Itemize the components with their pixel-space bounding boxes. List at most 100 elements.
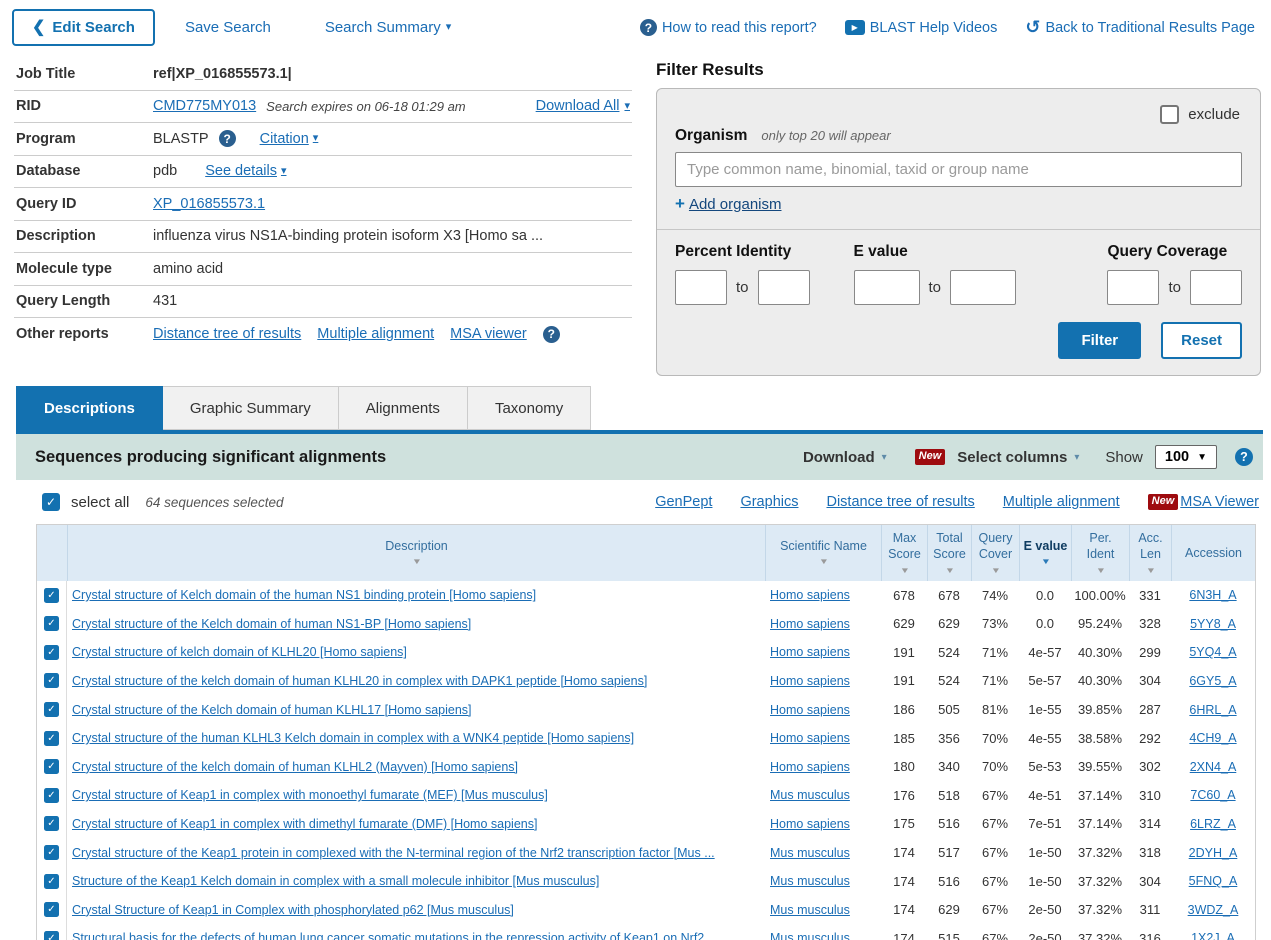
description-link[interactable]: Crystal structure of the kelch domain of… [72,674,647,688]
row-checkbox[interactable]: ✓ [44,616,59,632]
other-report-link-2[interactable]: MSA viewer [450,326,527,342]
other-report-link-0[interactable]: Distance tree of results [153,326,301,342]
accession-link[interactable]: 6N3H_A [1189,588,1236,602]
percent-identity-to-input[interactable] [757,270,810,305]
other-report-link-1[interactable]: Multiple alignment [317,326,434,342]
description-link[interactable]: Crystal structure of the Kelch domain of… [72,703,472,717]
row-checkbox[interactable]: ✓ [44,759,59,775]
scientific-name-link[interactable]: Homo sapiens [770,817,850,831]
help-link[interactable]: ↺ Back to Traditional Results Page [1025,18,1255,37]
accession-link[interactable]: 2XN4_A [1190,760,1237,774]
scientific-name-link[interactable]: Homo sapiens [770,588,850,602]
scientific-name-link[interactable]: Mus musculus [770,874,850,888]
show-count-select[interactable]: 100 ▼ [1154,445,1217,469]
scientific-name-link[interactable]: Mus musculus [770,788,850,802]
percent-identity-from-input[interactable] [675,270,727,305]
save-search-link[interactable]: Save Search [185,19,271,36]
column-header-description[interactable]: Description ▼ [67,525,765,581]
scientific-name-link[interactable]: Homo sapiens [770,760,850,774]
description-link[interactable]: Structural basis for the defects of huma… [72,931,715,940]
accession-link[interactable]: 6GY5_A [1189,674,1236,688]
description-link[interactable]: Crystal structure of Keap1 in complex wi… [72,817,537,831]
column-header-acc-len[interactable]: Acc. Len ▼ [1129,525,1171,581]
accession-link[interactable]: 5YY8_A [1190,617,1236,631]
help-link[interactable]: ? How to read this report? [639,19,817,36]
query-id-link[interactable]: XP_016855573.1 [153,196,265,212]
scientific-name-link[interactable]: Homo sapiens [770,703,850,717]
selection-link-distance-tree-of-results[interactable]: Distance tree of results [826,494,974,510]
column-header-e-value[interactable]: E value ▼ [1019,525,1071,581]
row-checkbox[interactable]: ✓ [44,873,59,889]
description-link[interactable]: Structure of the Keap1 Kelch domain in c… [72,874,599,888]
accession-link[interactable]: 1X2J_A [1191,931,1235,940]
citation-dropdown[interactable]: Citation ▾ [260,131,319,147]
description-link[interactable]: Crystal structure of the Kelch domain of… [72,617,471,631]
description-link[interactable]: Crystal Structure of Keap1 in Complex wi… [72,903,514,917]
description-link[interactable]: Crystal structure of the kelch domain of… [72,760,518,774]
select-all-checkbox[interactable]: ✓ [42,493,60,511]
evalue-from-input[interactable] [853,270,920,305]
tab-graphic-summary[interactable]: Graphic Summary [162,386,339,430]
help-icon[interactable]: ? [218,130,236,148]
reset-button[interactable]: Reset [1161,322,1242,359]
msa-viewer-link[interactable]: MSA Viewer [1180,494,1259,510]
accession-link[interactable]: 2DYH_A [1189,846,1238,860]
description-link[interactable]: Crystal structure of the Keap1 protein i… [72,846,715,860]
column-header-query-cover[interactable]: Query Cover ▼ [971,525,1019,581]
rid-link[interactable]: CMD775MY013 [153,98,256,114]
row-checkbox[interactable]: ✓ [44,930,59,940]
scientific-name-link[interactable]: Homo sapiens [770,617,850,631]
row-checkbox[interactable]: ✓ [44,816,59,832]
exclude-checkbox[interactable] [1160,105,1180,124]
add-organism-link[interactable]: Add organism [689,196,782,213]
download-all-dropdown[interactable]: Download All ▾ [536,98,630,114]
description-link[interactable]: Crystal structure of Keap1 in complex wi… [72,788,548,802]
scientific-name-link[interactable]: Homo sapiens [770,674,850,688]
help-icon[interactable]: ? [542,325,560,343]
search-summary-dropdown[interactable]: Search Summary ▾ [325,19,451,36]
scientific-name-link[interactable]: Homo sapiens [770,731,850,745]
help-icon[interactable]: ? [1235,448,1253,466]
row-checkbox[interactable]: ✓ [44,644,59,660]
row-checkbox[interactable]: ✓ [44,587,59,603]
select-columns-dropdown[interactable]: Select columns ▾ [957,449,1079,466]
column-header-total-score[interactable]: Total Score ▼ [927,525,971,581]
accession-link[interactable]: 3WDZ_A [1188,903,1239,917]
description-link[interactable]: Crystal structure of kelch domain of KLH… [72,645,407,659]
row-checkbox[interactable]: ✓ [44,702,59,718]
column-header-max-score[interactable]: Max Score ▼ [881,525,927,581]
accession-link[interactable]: 5YQ4_A [1189,645,1236,659]
row-checkbox[interactable]: ✓ [44,902,59,918]
tab-taxonomy[interactable]: Taxonomy [467,386,592,430]
selection-link-multiple-alignment[interactable]: Multiple alignment [1003,494,1120,510]
scientific-name-link[interactable]: Homo sapiens [770,645,850,659]
row-checkbox[interactable]: ✓ [44,730,59,746]
scientific-name-link[interactable]: Mus musculus [770,903,850,917]
accession-link[interactable]: 6LRZ_A [1190,817,1236,831]
filter-button[interactable]: Filter [1058,322,1142,359]
tab-descriptions[interactable]: Descriptions [16,386,163,430]
row-checkbox[interactable]: ✓ [44,787,59,803]
download-dropdown[interactable]: Download ▾ [803,449,887,466]
query-coverage-from-input[interactable] [1107,270,1160,305]
accession-link[interactable]: 6HRL_A [1189,703,1236,717]
edit-search-button[interactable]: ❮ Edit Search [12,9,155,46]
evalue-to-input[interactable] [950,270,1017,305]
see-details-dropdown[interactable]: See details ▾ [205,163,286,179]
accession-link[interactable]: 7C60_A [1190,788,1235,802]
row-checkbox[interactable]: ✓ [44,673,59,689]
organism-input[interactable] [675,152,1242,187]
accession-link[interactable]: 4CH9_A [1189,731,1236,745]
help-link[interactable]: ▶ BLAST Help Videos [844,20,997,36]
tab-alignments[interactable]: Alignments [338,386,468,430]
column-header-accession[interactable]: Accession [1171,525,1255,581]
accession-link[interactable]: 5FNQ_A [1189,874,1238,888]
selection-link-graphics[interactable]: Graphics [740,494,798,510]
selection-link-genpept[interactable]: GenPept [655,494,712,510]
scientific-name-link[interactable]: Mus musculus [770,931,850,940]
column-header-per-ident[interactable]: Per. Ident ▼ [1071,525,1129,581]
column-header-scientific-name[interactable]: Scientific Name ▼ [765,525,881,581]
scientific-name-link[interactable]: Mus musculus [770,846,850,860]
description-link[interactable]: Crystal structure of Kelch domain of the… [72,588,536,602]
row-checkbox[interactable]: ✓ [44,845,59,861]
